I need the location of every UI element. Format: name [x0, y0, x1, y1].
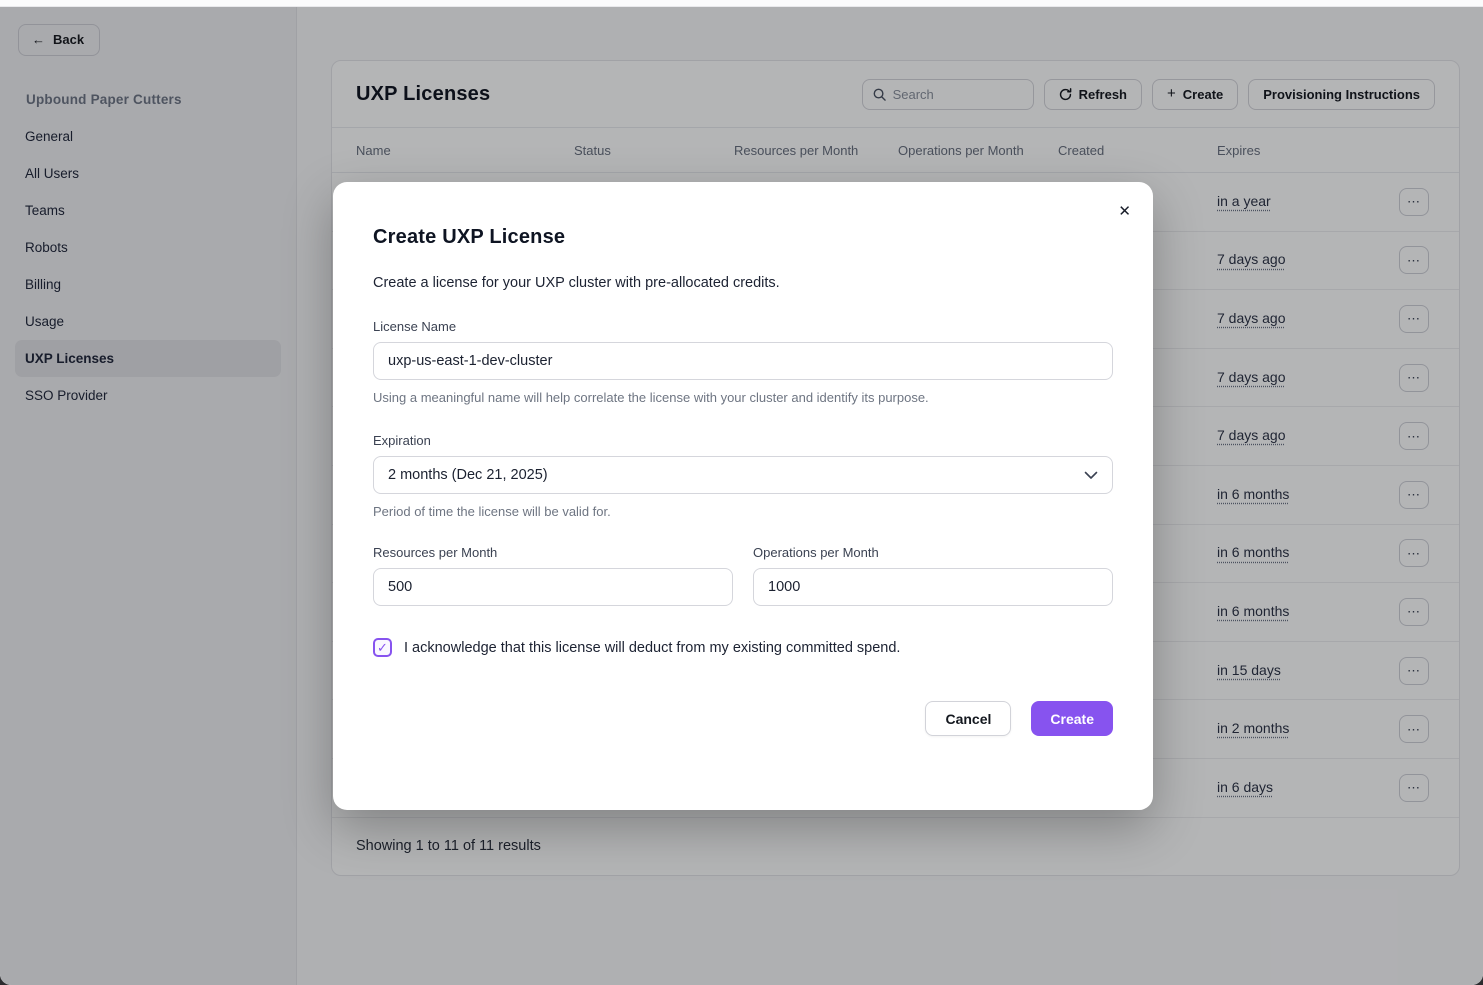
expiration-field: Expiration 2 months (Dec 21, 2025) Perio…: [373, 433, 1113, 519]
operations-input[interactable]: [753, 568, 1113, 606]
expiration-select[interactable]: 2 months (Dec 21, 2025): [373, 456, 1113, 494]
close-icon[interactable]: ✕: [1112, 196, 1137, 226]
license-name-helper: Using a meaningful name will help correl…: [373, 390, 1113, 405]
modal-create-button[interactable]: Create: [1031, 701, 1113, 736]
modal-title: Create UXP License: [373, 226, 1113, 249]
license-name-input[interactable]: [373, 342, 1113, 380]
app-window: ← Back Upbound Paper Cutters GeneralAll …: [0, 0, 1483, 985]
expiration-selected-value: 2 months (Dec 21, 2025): [388, 467, 548, 483]
resources-label: Resources per Month: [373, 545, 733, 560]
acknowledge-label: I acknowledge that this license will ded…: [404, 640, 900, 656]
expiration-helper: Period of time the license will be valid…: [373, 504, 1113, 519]
license-name-label: License Name: [373, 319, 1113, 334]
license-name-field: License Name Using a meaningful name wil…: [373, 319, 1113, 405]
modal-actions: Cancel Create: [373, 701, 1113, 736]
resources-field: Resources per Month: [373, 545, 733, 606]
cancel-button[interactable]: Cancel: [925, 701, 1011, 736]
chevron-down-icon: [1084, 471, 1098, 480]
expiration-label: Expiration: [373, 433, 1113, 448]
browser-chrome-strip: [0, 0, 1483, 7]
operations-field: Operations per Month: [753, 545, 1113, 606]
create-uxp-license-modal: ✕ Create UXP License Create a license fo…: [333, 182, 1153, 810]
modal-subtitle: Create a license for your UXP cluster wi…: [373, 275, 1113, 291]
acknowledge-checkbox[interactable]: ✓: [373, 638, 392, 657]
operations-label: Operations per Month: [753, 545, 1113, 560]
acknowledge-row: ✓ I acknowledge that this license will d…: [373, 638, 1113, 657]
check-icon: ✓: [377, 641, 388, 654]
resources-input[interactable]: [373, 568, 733, 606]
